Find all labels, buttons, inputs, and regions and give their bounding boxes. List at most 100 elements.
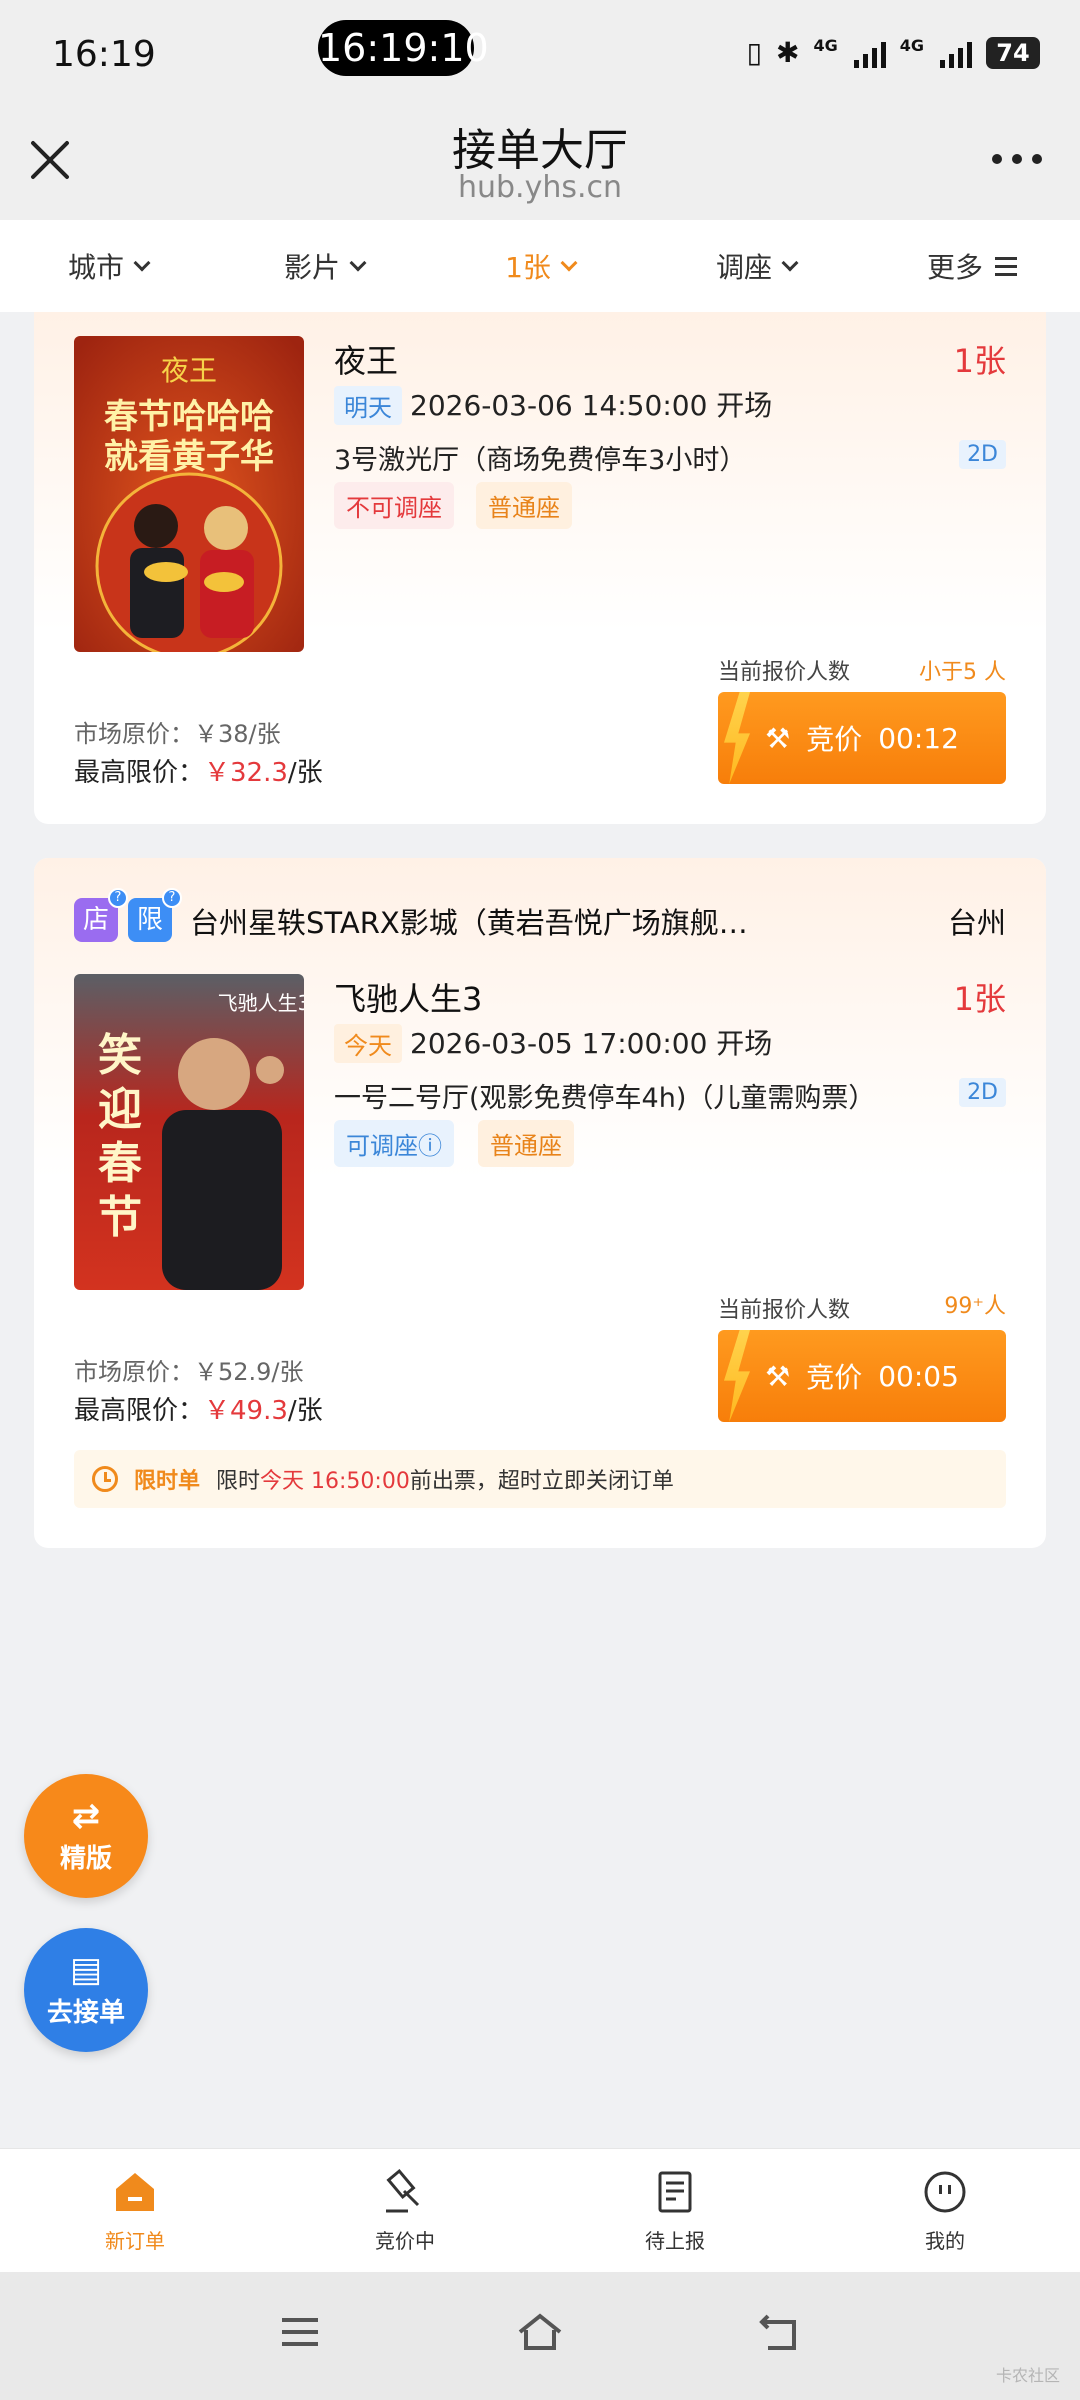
menu-icon[interactable] (276, 2308, 324, 2356)
filter-label: 1张 (505, 251, 551, 284)
page-url: hub.yhs.cn (457, 170, 623, 205)
tab-label: 新订单 (105, 2229, 165, 2253)
filter-label: 影片 (283, 251, 340, 284)
more-menu-icon[interactable] (992, 154, 1042, 164)
bid-button[interactable]: ⚒ 竞价 00:12 (718, 692, 1006, 784)
system-nav-bar: 卡农社区 (0, 2272, 1080, 2400)
tab-profile[interactable]: 我的 (810, 2149, 1080, 2272)
signal-icon-2 (940, 38, 972, 68)
filter-label: 更多 (926, 251, 983, 284)
svg-text:飞驰人生3: 飞驰人生3 (218, 991, 304, 1015)
bid-timer: 00:12 (878, 721, 959, 755)
signal-icon-1 (853, 38, 886, 68)
format-tag: 2D (959, 1078, 1006, 1107)
status-clock-pill: 16:19:10 (318, 20, 489, 76)
svg-text:节: 节 (98, 1192, 142, 1243)
tab-new-orders[interactable]: 新订单 (0, 2149, 270, 2272)
lite-version-label: 精版 (59, 1843, 112, 1874)
chevron-down-icon (133, 254, 151, 272)
status-icons: ▯ ✱ 4G 4G 74 (747, 36, 1040, 69)
nav-bar: 接单大厅 hub.yhs.cn (0, 110, 1080, 220)
chevron-down-icon (349, 254, 367, 272)
filter-ticket-count[interactable]: 1张 (432, 220, 648, 312)
help-icon: ? (108, 888, 128, 908)
tab-bidding[interactable]: 竞价中 (270, 2149, 540, 2272)
ticket-count: 1张 (953, 980, 1006, 1018)
lightning-icon (724, 1330, 750, 1422)
order-card[interactable]: 店? 限? 台州星轶STARX影城（黄岩吾悦广场旗舰… 台州 飞驰人生3 笑 迎… (34, 858, 1046, 1548)
showtime: 2026-03-05 17:00:00 开场 (410, 1027, 773, 1060)
movie-title: 飞驰人生3 (334, 980, 483, 1018)
gavel-icon: ⚒ (765, 1359, 791, 1393)
profile-face-icon (924, 2171, 966, 2213)
clock-icon (92, 1466, 118, 1492)
go-orders-label: 去接单 (46, 1997, 125, 2028)
shop-badges: 店? 限? (74, 888, 182, 942)
vibrate-icon: ▯ (746, 36, 762, 69)
movie-title: 夜王 (334, 342, 399, 380)
chevron-down-icon (781, 254, 799, 272)
filter-label: 城市 (67, 251, 124, 284)
day-tag: 今天 (334, 1024, 402, 1063)
swap-icon: ⇄ (71, 1795, 101, 1836)
bid-timer: 00:05 (878, 1359, 959, 1393)
tab-pending-report[interactable]: 待上报 (540, 2149, 810, 2272)
showtime: 2026-03-06 14:50:00 开场 (410, 389, 773, 422)
bottom-tab-bar: 新订单 竞价中 待上报 我的 (0, 2148, 1080, 2272)
tab-label: 待上报 (645, 2229, 705, 2253)
gavel-icon (386, 2168, 420, 2213)
market-price: 市场原价：￥38/张 (74, 720, 281, 748)
seat-adjust-chip[interactable]: 可调座ⓘ (334, 1120, 454, 1167)
market-price: 市场原价：￥52.9/张 (74, 1358, 304, 1386)
filter-more[interactable]: 更多 (864, 220, 1080, 312)
time-limit-banner: 限时单 限时今天 16:50:00前出票，超时立即关闭订单 (74, 1450, 1006, 1508)
sliders-icon (995, 256, 1017, 276)
document-icon: ▤ (69, 1949, 103, 1990)
bid-button[interactable]: ⚒ 竞价 00:05 (718, 1330, 1006, 1422)
limit-title: 限时单 (134, 1469, 201, 1494)
bid-count: 小于5 人 (919, 660, 1006, 685)
bid-count-label: 当前报价人数 (718, 1298, 851, 1323)
bid-count-label: 当前报价人数 (718, 660, 851, 685)
ticket-count: 1张 (953, 342, 1006, 380)
hall-info: 3号激光厅（商场免费停车3小时） (334, 445, 747, 476)
battery-icon: 74 (986, 36, 1040, 69)
back-icon[interactable] (756, 2308, 804, 2356)
page-title: 接单大厅 (452, 125, 628, 176)
cinema-city: 台州 (947, 906, 1006, 940)
chevron-down-icon (560, 254, 578, 272)
bid-count: 99⁺人 (944, 1294, 1006, 1319)
network-label-1: 4G (813, 36, 838, 55)
store-badge[interactable]: 店? (74, 888, 128, 942)
filter-label: 调座 (715, 251, 772, 284)
help-icon: ? (162, 888, 182, 908)
seat-type-chip: 普通座 (476, 482, 572, 529)
max-price: 最高限价：￥49.3/张 (74, 1396, 323, 1426)
go-orders-button[interactable]: ▤ 去接单 (24, 1928, 148, 2052)
limit-message: 限时今天 16:50:00前出票，超时立即关闭订单 (216, 1469, 674, 1494)
svg-text:笑: 笑 (98, 1030, 142, 1081)
filter-seat-adjust[interactable]: 调座 (648, 220, 864, 312)
filter-movie[interactable]: 影片 (216, 220, 432, 312)
tab-label: 我的 (925, 2229, 965, 2253)
seat-adjust-chip: 不可调座 (334, 482, 454, 529)
lightning-icon (724, 692, 750, 784)
order-card[interactable]: 夜王 春节哈哈哈 就看黄子华 夜王 1张 明天 2026-03-06 14:50… (34, 312, 1046, 824)
movie-poster: 飞驰人生3 笑 迎 春 节 (74, 974, 304, 1290)
lite-version-button[interactable]: ⇄ 精版 (24, 1774, 148, 1898)
filter-bar: 城市 影片 1张 调座 更多 (0, 220, 1080, 312)
svg-text:就看黄子华: 就看黄子华 (104, 437, 274, 477)
bluetooth-icon: ✱ (776, 36, 800, 69)
filter-city[interactable]: 城市 (0, 220, 216, 312)
max-price: 最高限价：￥32.3/张 (74, 758, 323, 788)
limit-badge[interactable]: 限? (128, 888, 182, 942)
hall-info: 一号二号厅(观影免费停车4h)（儿童需购票） (334, 1083, 876, 1114)
bid-button-label: 竞价 (806, 1361, 863, 1394)
home-icon[interactable] (516, 2308, 564, 2356)
tab-label: 竞价中 (375, 2229, 435, 2253)
svg-text:迎: 迎 (98, 1084, 142, 1135)
status-time: 16:19 (52, 34, 156, 75)
format-tag: 2D (959, 440, 1006, 469)
seat-type-chip: 普通座 (478, 1120, 574, 1167)
new-order-icon (116, 2173, 154, 2211)
